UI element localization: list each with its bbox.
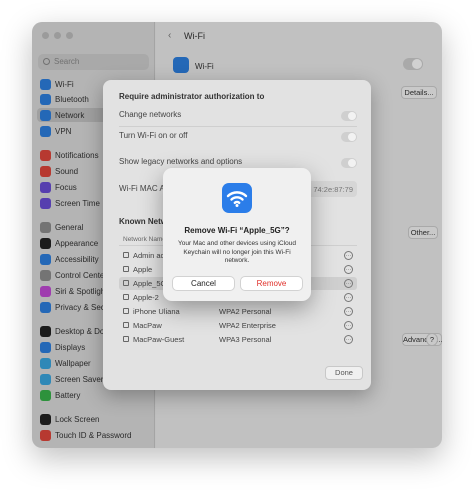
lock-icon xyxy=(123,294,129,300)
lock-icon xyxy=(123,336,129,342)
remove-network-alert: Remove Wi-Fi “Apple_5G”? Your Mac and ot… xyxy=(163,168,311,301)
cancel-button[interactable]: Cancel xyxy=(172,276,235,291)
table-row[interactable]: iPhone Uliana WPA2 Personal … xyxy=(119,305,357,318)
change-networks-toggle[interactable] xyxy=(341,111,357,121)
more-options-icon[interactable]: … xyxy=(344,335,353,344)
remove-button[interactable]: Remove xyxy=(240,276,303,291)
alert-message: Your Mac and other devices using iCloud … xyxy=(178,240,296,264)
legacy-networks-toggle[interactable] xyxy=(341,158,357,168)
more-options-icon[interactable]: … xyxy=(344,293,353,302)
network-name: iPhone Uliana xyxy=(133,307,180,316)
network-name: Apple xyxy=(133,265,153,274)
lock-icon xyxy=(123,266,129,272)
legacy-label: Show legacy networks and options xyxy=(119,157,243,166)
done-button[interactable]: Done xyxy=(325,366,363,380)
network-security: WPA2 Enterprise xyxy=(219,321,276,330)
network-name: Apple_5G xyxy=(133,279,167,288)
option-label: Change networks xyxy=(119,110,182,119)
network-name: MacPaw xyxy=(133,321,162,330)
lock-icon xyxy=(123,280,129,286)
option-change-networks: Change networks xyxy=(119,110,357,124)
network-name-column-header[interactable]: Network Name xyxy=(123,236,166,243)
lock-icon xyxy=(123,308,129,314)
option-label: Turn Wi-Fi on or off xyxy=(119,131,188,140)
network-security: WPA3 Personal xyxy=(219,335,272,344)
more-options-icon[interactable]: … xyxy=(344,251,353,260)
wifi-alert-icon xyxy=(222,183,252,213)
network-name: Apple-2 xyxy=(133,293,159,302)
more-options-icon[interactable]: … xyxy=(344,307,353,316)
network-name: MacPaw-Guest xyxy=(133,335,185,344)
alert-title: Remove Wi-Fi “Apple_5G”? xyxy=(184,226,290,235)
lock-icon xyxy=(123,322,129,328)
sheet-title: Require administrator authorization to xyxy=(119,92,265,101)
option-turn-wifi: Turn Wi-Fi on or off xyxy=(119,131,357,145)
turn-wifi-toggle[interactable] xyxy=(341,132,357,142)
table-row[interactable]: MacPaw WPA2 Enterprise … xyxy=(119,319,357,332)
network-security: WPA2 Personal xyxy=(219,307,272,316)
divider xyxy=(119,126,357,127)
more-options-icon[interactable]: … xyxy=(344,265,353,274)
lock-icon xyxy=(123,252,129,258)
more-options-icon[interactable]: … xyxy=(344,321,353,330)
table-row[interactable]: MacPaw-Guest WPA3 Personal … xyxy=(119,333,357,346)
more-options-icon[interactable]: … xyxy=(344,279,353,288)
